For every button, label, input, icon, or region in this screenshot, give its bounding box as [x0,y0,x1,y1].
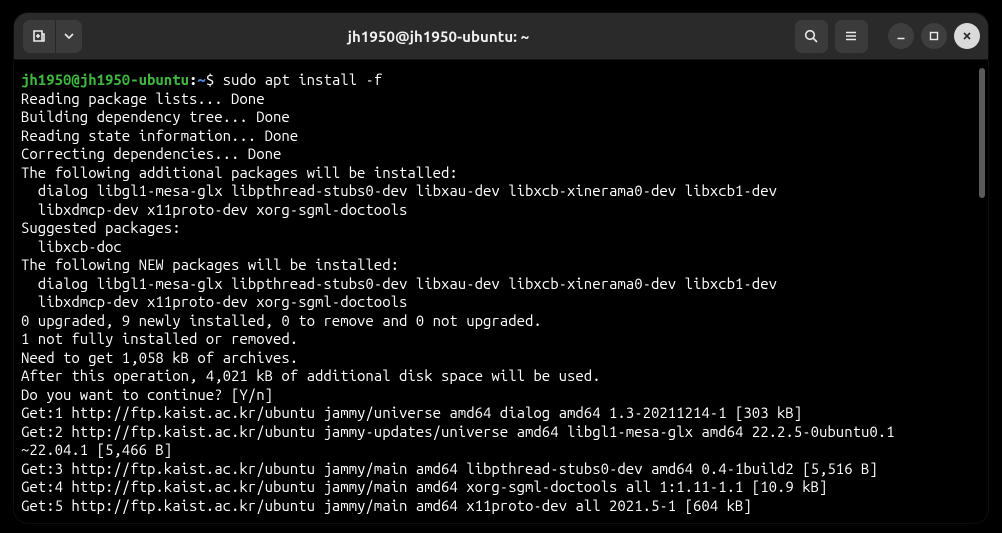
output-line: After this operation, 4,021 kB of additi… [21,367,601,384]
output-line: Building dependency tree... Done [21,108,290,125]
close-button[interactable] [954,23,980,49]
minimize-button[interactable] [888,23,914,49]
output-line: ~22.04.1 [5,466 B] [21,441,172,458]
prompt-user-host: jh1950@jh1950-ubuntu [21,71,189,88]
hamburger-icon [843,28,859,44]
new-tab-icon [31,28,47,44]
output-line: Get:3 http://ftp.kaist.ac.kr/ubuntu jamm… [21,460,878,477]
scrollbar[interactable] [979,68,985,198]
chevron-down-icon [63,30,75,42]
prompt-path: ~ [197,71,205,88]
titlebar: jh1950@jh1950-ubuntu: ~ [14,13,988,60]
output-line: Correcting dependencies... Done [21,145,281,162]
output-line: Get:2 http://ftp.kaist.ac.kr/ubuntu jamm… [21,423,895,440]
output-line: libxdmcp-dev x11proto-dev xorg-sgml-doct… [21,293,407,310]
output-line: Get:1 http://ftp.kaist.ac.kr/ubuntu jamm… [21,404,802,421]
new-tab-button[interactable] [23,20,56,53]
menu-button[interactable] [835,20,868,53]
prompt-dollar: $ [206,71,223,88]
search-icon [803,28,819,44]
output-line: Need to get 1,058 kB of archives. [21,349,298,366]
terminal-output[interactable]: jh1950@jh1950-ubuntu:~$ sudo apt install… [14,60,988,523]
new-tab-group [23,20,82,53]
output-line: The following NEW packages will be insta… [21,256,399,273]
new-tab-menu-button[interactable] [56,20,82,53]
output-line: dialog libgl1-mesa-glx libpthread-stubs0… [21,275,777,292]
output-line: Suggested packages: [21,219,181,236]
maximize-icon [928,30,940,42]
terminal-window: jh1950@jh1950-ubuntu: ~ jh1950@jh1950-ub… [14,13,988,523]
close-icon [961,30,973,42]
output-line: 0 upgraded, 9 newly installed, 0 to remo… [21,312,542,329]
output-line: Reading package lists... Done [21,90,265,107]
search-button[interactable] [795,20,828,53]
window-title: jh1950@jh1950-ubuntu: ~ [348,28,530,45]
output-line: Get:4 http://ftp.kaist.ac.kr/ubuntu jamm… [21,478,827,495]
output-line: dialog libgl1-mesa-glx libpthread-stubs0… [21,182,777,199]
output-line: The following additional packages will b… [21,164,458,181]
output-line: Get:5 http://ftp.kaist.ac.kr/ubuntu jamm… [21,497,752,514]
maximize-button[interactable] [921,23,947,49]
command-text: sudo apt install -f [223,71,383,88]
output-line: Reading state information... Done [21,127,298,144]
minimize-icon [895,30,907,42]
output-line: libxcb-doc [21,238,122,255]
output-line: 1 not fully installed or removed. [21,330,298,347]
output-line: Do you want to continue? [Y/n] [21,386,273,403]
output-line: libxdmcp-dev x11proto-dev xorg-sgml-doct… [21,201,407,218]
